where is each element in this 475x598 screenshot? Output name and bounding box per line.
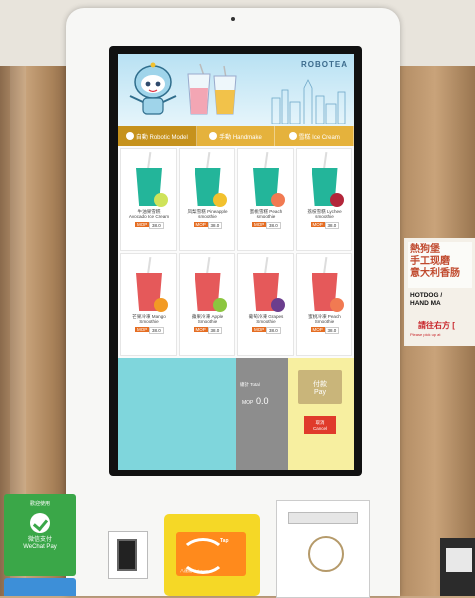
robot-icon <box>125 132 134 140</box>
product-card[interactable]: 蘋果冷凍 Apple Smoothie MOP 38.0 <box>178 253 235 356</box>
product-card[interactable]: 牛油果雪糕 Avocado Ice Cream MOP 38.0 <box>120 148 177 251</box>
robot-mascot-icon <box>129 62 177 115</box>
product-price: 38.0 <box>266 222 281 229</box>
fruit-icon <box>212 298 227 312</box>
cancel-button[interactable]: 取消 Cancel <box>304 416 336 434</box>
cart-area <box>118 358 236 470</box>
tab-robotic-model[interactable]: 自動 Robotic Model <box>118 126 197 146</box>
drink-cups-illustration <box>187 63 237 115</box>
bill-acceptor[interactable] <box>117 539 137 571</box>
fruit-icon <box>154 193 168 207</box>
fruit-icon <box>271 193 285 207</box>
signboard-pickup: Please pick up at <box>410 332 441 337</box>
tab-label: 手動 Handmake <box>219 134 262 141</box>
hand-icon <box>209 132 218 140</box>
price-tag: MOP <box>135 222 150 227</box>
order-summary: 總計 Total MOP 0.0 <box>236 358 288 470</box>
product-price: 38.0 <box>149 222 164 229</box>
price-tag: MOP <box>193 222 208 227</box>
signboard-chinese: 熱狗堡 手工现磨 意大利香肠 <box>408 242 472 288</box>
action-panel: 付款 Pay 取消 Cancel <box>288 358 354 470</box>
product-name: 蜜桃雪糕 Peach smoothie <box>249 209 283 220</box>
wechat-pay-label: 微信支付 WeChat Pay <box>23 537 57 550</box>
tab-label: 雪糕 Ice Cream <box>298 134 340 141</box>
tap-badge: Tap <box>220 538 229 544</box>
product-card[interactable]: 凤梨雪糕 Pineapple smoothie MOP 38.0 <box>178 148 235 251</box>
fruit-icon <box>212 193 227 207</box>
product-card[interactable]: 葡萄冷凍 Grapes Smoothie MOP 38.0 <box>237 253 294 356</box>
total-label: 總計 Total <box>240 382 260 387</box>
pos-terminal <box>440 538 475 596</box>
product-price: 38.0 <box>207 222 223 229</box>
price-tag: MOP <box>135 327 150 332</box>
city-skyline-illustration <box>271 79 346 124</box>
product-name: 牛油果雪糕 Avocado Ice Cream <box>128 209 170 220</box>
banner: ROBOTEA <box>118 54 354 126</box>
signboard-english: HOTDOG / HAND MA <box>410 292 443 307</box>
fruit-icon <box>154 298 168 312</box>
product-card[interactable]: 蜜桃冷凍 Peach Smoothie MOP 38.0 <box>295 253 352 356</box>
price-tag: MOP <box>310 222 325 227</box>
signboard-direction: 請往右方 [ <box>418 321 455 330</box>
product-name: 荔枝雪糕 Lychee smoothie <box>307 209 342 220</box>
product-card[interactable]: 蜜桃雪糕 Peach smoothie MOP 38.0 <box>237 148 294 251</box>
wechat-pay-icon <box>30 513 50 533</box>
product-name: 芒果冷凍 Mango Smoothie <box>132 314 166 325</box>
fruit-icon <box>329 193 344 207</box>
price-tag: MOP <box>193 327 208 332</box>
alipay-sticker <box>4 578 76 596</box>
receipt-slot[interactable] <box>288 512 358 524</box>
signboard: 熱狗堡 手工现磨 意大利香肠 HOTDOG / HAND MA 請往右方 [ P… <box>404 238 475 346</box>
product-name: 蜜桃冷凍 Peach Smoothie <box>308 314 341 325</box>
tab-label: 自動 Robotic Model <box>135 134 188 141</box>
tab-ice-cream[interactable]: 雪糕 Ice Cream <box>275 126 354 146</box>
price-tag: MOP <box>252 222 267 227</box>
wechat-welcome: 歡迎使用 <box>29 501 50 507</box>
product-price: 38.0 <box>207 327 223 334</box>
product-name: 蘋果冷凍 Apple Smoothie <box>191 314 224 325</box>
currency-label: MOP <box>242 400 254 406</box>
total-amount: 0.0 <box>256 396 269 406</box>
octopus-brand: 八達通 Octopus <box>180 568 209 573</box>
robotea-seal-icon <box>308 536 344 572</box>
product-grid: 牛油果雪糕 Avocado Ice Cream MOP 38.0 凤梨雪糕 Pinea… <box>118 146 354 358</box>
product-price: 38.0 <box>324 222 340 229</box>
pay-button[interactable]: 付款 Pay <box>298 370 342 404</box>
fruit-icon <box>329 298 344 312</box>
touchscreen: ROBOTEA 自動 Robotic Model 手動 Handmake 雪糕 … <box>118 54 354 470</box>
product-price: 38.0 <box>324 327 340 334</box>
fruit-icon <box>271 298 285 312</box>
price-tag: MOP <box>252 327 267 332</box>
ice-cream-icon <box>288 132 297 140</box>
product-price: 38.0 <box>266 327 281 334</box>
wechat-pay-sticker: 歡迎使用 微信支付 WeChat Pay <box>4 494 76 576</box>
price-tag: MOP <box>310 327 325 332</box>
category-tabs: 自動 Robotic Model 手動 Handmake 雪糕 Ice Crea… <box>118 126 354 146</box>
product-card[interactable]: 芒果冷凍 Mango Smoothie MOP 38.0 <box>120 253 177 356</box>
camera-icon <box>231 17 235 21</box>
brand-logo: ROBOTEA <box>301 60 348 69</box>
product-name: 凤梨雪糕 Pineapple smoothie <box>187 209 228 220</box>
tab-handmake[interactable]: 手動 Handmake <box>197 126 276 146</box>
product-card[interactable]: 荔枝雪糕 Lychee smoothie MOP 38.0 <box>295 148 352 251</box>
octopus-card-reader[interactable]: Tap 八達通 Octopus <box>176 532 246 576</box>
product-name: 葡萄冷凍 Grapes Smoothie <box>248 314 284 325</box>
product-price: 38.0 <box>149 327 164 334</box>
